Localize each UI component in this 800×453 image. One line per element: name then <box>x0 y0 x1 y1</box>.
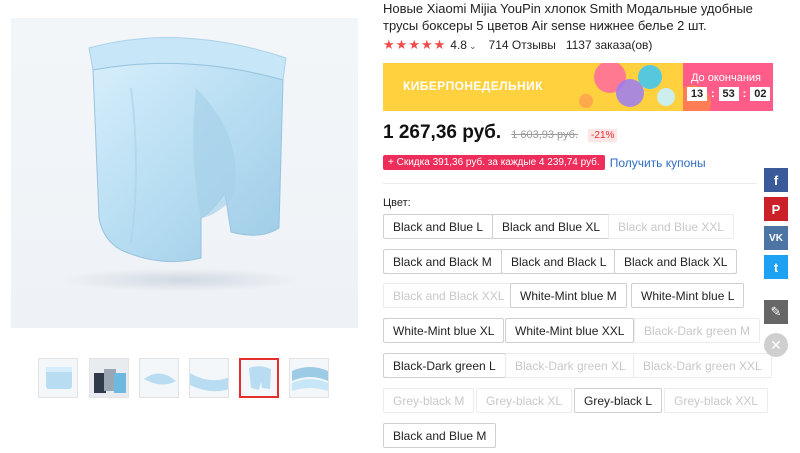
option-button-disabled: Black and Blue XXL <box>608 214 735 239</box>
star-icon: ★ <box>433 37 446 52</box>
countdown-minutes: 53 <box>718 87 739 101</box>
option-button-disabled: Grey-black XL <box>476 388 573 413</box>
countdown-seconds: 02 <box>750 87 771 101</box>
promo-banner: КИБЕРПОНЕДЕЛЬНИК До окончания 13 : 53 : … <box>383 63 773 111</box>
thumbnail-3[interactable] <box>139 358 179 398</box>
vk-icon: VK <box>769 232 783 244</box>
chevron-down-icon: ⌄ <box>468 41 477 51</box>
orders-count: 1137 заказа(ов) <box>565 38 653 52</box>
option-button[interactable]: Black-Dark green L <box>383 353 506 378</box>
option-button-disabled: Black-Dark green XL <box>505 353 636 378</box>
star-icon: ★ <box>395 37 408 52</box>
current-price: 1 267,36 руб. <box>383 122 502 143</box>
rating-number: 4.8 <box>450 38 467 52</box>
rating-row: ★ ★ ★ ★ ★ 4.8 ⌄ 714 Отзывы 1137 заказа(ов… <box>383 37 652 53</box>
pinterest-icon: P <box>771 201 781 217</box>
pencil-icon: ✎ <box>770 304 782 319</box>
banner-decoration <box>579 63 675 108</box>
edit-button[interactable]: ✎ <box>764 300 788 324</box>
banner-title: КИБЕРПОНЕДЕЛЬНИК <box>403 79 543 93</box>
twitter-icon: t <box>773 259 779 275</box>
option-button-disabled: Black-Dark green XXL <box>633 353 772 378</box>
option-button[interactable]: Black and Blue M <box>383 423 497 448</box>
color-label: Цвет: <box>383 197 411 209</box>
coupon-row: + Скидка 391,36 руб. за каждые 4 239,74 … <box>383 155 706 170</box>
vk-share-button[interactable]: VK <box>764 226 788 250</box>
thumbnail-1[interactable] <box>38 358 78 398</box>
divider <box>383 183 757 184</box>
option-button[interactable]: Black and Black L <box>501 249 617 274</box>
thumbnail-2[interactable] <box>89 358 129 398</box>
option-button[interactable]: White-Mint blue M <box>510 283 627 308</box>
countdown-label: До окончания <box>690 72 762 84</box>
thumbnail-4[interactable] <box>189 358 229 398</box>
countdown-separator: : <box>711 88 715 100</box>
option-button[interactable]: Black and Blue L <box>383 214 494 239</box>
reviews-count[interactable]: 714 Отзывы <box>489 38 556 52</box>
option-button[interactable]: White-Mint blue XL <box>383 318 505 343</box>
option-button-disabled: Black and Black XXL <box>383 283 515 308</box>
twitter-share-button[interactable]: t <box>764 255 788 279</box>
product-title: Новые Xiaomi Mijia YouPin хлопок Smith М… <box>383 1 753 33</box>
thumbnail-6[interactable] <box>289 358 329 398</box>
rating-value[interactable]: 4.8 ⌄ <box>450 38 476 52</box>
option-button[interactable]: Black and Black XL <box>614 249 738 274</box>
facebook-share-button[interactable]: f <box>764 168 788 192</box>
rating-stars: ★ ★ ★ ★ ★ <box>383 38 445 52</box>
star-icon: ★ <box>383 37 395 52</box>
close-button[interactable]: ✕ <box>764 333 788 357</box>
option-button[interactable]: Black and Blue XL <box>492 214 611 239</box>
option-button[interactable]: White-Mint blue L <box>631 283 745 308</box>
old-price: 1 603,93 руб. <box>511 129 579 141</box>
facebook-icon: f <box>773 172 779 188</box>
get-coupons-link[interactable]: Получить купоны <box>610 156 706 170</box>
star-icon: ★ <box>420 37 433 52</box>
option-button-disabled: Grey-black M <box>383 388 475 413</box>
coupon-discount-tag: + Скидка 391,36 руб. за каждые 4 239,74 … <box>383 155 605 170</box>
option-button[interactable]: Black and Black M <box>383 249 502 274</box>
countdown-timer: 13 : 53 : 02 <box>687 87 771 101</box>
star-icon: ★ <box>408 37 420 52</box>
discount-badge: -21% <box>588 129 618 142</box>
price-row: 1 267,36 руб. 1 603,93 руб. -21% <box>383 122 618 144</box>
close-icon: ✕ <box>770 336 782 353</box>
option-button-disabled: Black-Dark green M <box>634 318 761 343</box>
countdown-separator: : <box>742 88 747 100</box>
share-bar: f P VK t ✎ <box>764 168 788 329</box>
option-button[interactable]: White-Mint blue XXL <box>505 318 635 343</box>
option-button[interactable]: Grey-black L <box>574 388 663 413</box>
thumbnail-5-selected[interactable] <box>239 358 279 398</box>
countdown-hours: 13 <box>687 87 707 101</box>
main-product-image[interactable] <box>11 18 358 328</box>
option-button-disabled: Grey-black XXL <box>664 388 769 413</box>
pinterest-share-button[interactable]: P <box>764 197 788 221</box>
